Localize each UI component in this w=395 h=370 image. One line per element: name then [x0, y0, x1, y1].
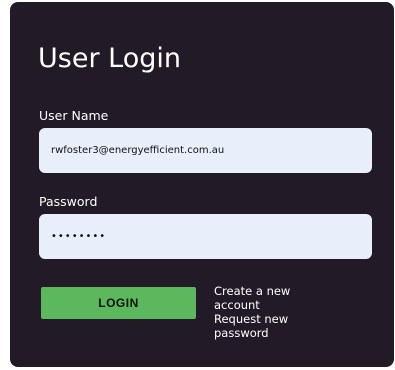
login-panel: User Login User Name Password LOGIN Crea…: [10, 2, 394, 367]
account-links: Create a new account Request new passwor…: [214, 284, 324, 340]
username-input[interactable]: [39, 128, 372, 173]
create-account-link[interactable]: Create a new account: [214, 284, 324, 312]
login-button[interactable]: LOGIN: [41, 287, 196, 319]
page-title: User Login: [38, 43, 181, 74]
password-label: Password: [39, 194, 98, 209]
request-password-link[interactable]: Request new password: [214, 312, 324, 340]
password-input[interactable]: [39, 214, 372, 259]
username-label: User Name: [39, 108, 109, 123]
